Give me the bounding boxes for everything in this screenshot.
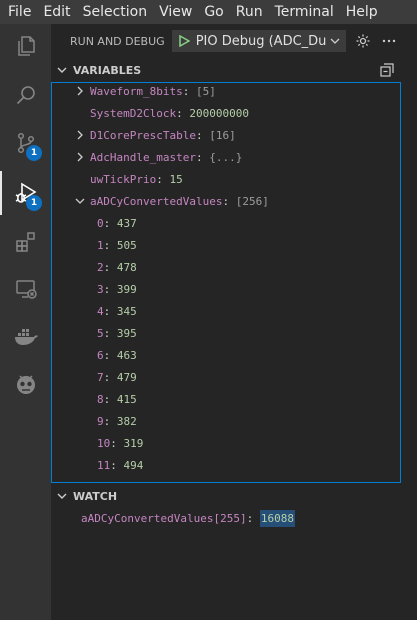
watch-section-header[interactable]: WATCH [51, 485, 417, 507]
array-item-row[interactable]: 7: 479 [52, 366, 400, 388]
array-item-row[interactable]: 4: 345 [52, 300, 400, 322]
run-debug-badge: 1 [26, 195, 42, 211]
menu-terminal[interactable]: Terminal [267, 0, 338, 24]
array-item-row[interactable]: 1: 505 [52, 234, 400, 256]
variables-section-header[interactable]: VARIABLES [51, 59, 417, 81]
watch-value: 16088 [259, 509, 295, 527]
watch-title: WATCH [73, 489, 118, 503]
menu-edit[interactable]: Edit [35, 0, 74, 24]
variable-row[interactable]: D1CorePrescTable: [16] [52, 124, 400, 146]
array-item-row[interactable]: 3: 399 [52, 278, 400, 300]
collapse-all-icon[interactable] [379, 62, 395, 82]
activity-run-debug[interactable]: 1 [0, 171, 51, 215]
variable-row[interactable]: aADCyConvertedValues: [256] [52, 190, 400, 212]
menu-go[interactable]: Go [196, 0, 227, 24]
variables-scrollbar[interactable] [401, 82, 417, 483]
gear-icon[interactable] [352, 30, 374, 52]
explorer-icon [17, 36, 35, 56]
array-item-row[interactable]: 11: 494 [52, 454, 400, 476]
menu-help[interactable]: Help [338, 0, 382, 24]
activity-platformio[interactable] [0, 362, 51, 406]
variables-tree[interactable]: Waveform_8bits: [5] SystemD2Clock: 20000… [51, 82, 401, 483]
chevron-down-icon [57, 493, 67, 499]
menu-run[interactable]: Run [228, 0, 267, 24]
watch-expression: aADCyConvertedValues[255] [81, 511, 247, 525]
play-icon[interactable] [175, 32, 193, 50]
menu-bar: File Edit Selection View Go Run Terminal… [0, 0, 417, 24]
source-control-badge: 1 [26, 145, 42, 161]
menu-view[interactable]: View [151, 0, 196, 24]
variable-row[interactable]: AdcHandle_master: {...} [52, 146, 400, 168]
chevron-down-icon [57, 67, 67, 73]
array-item-row[interactable]: 5: 395 [52, 322, 400, 344]
remote-explorer-icon [15, 280, 37, 299]
activity-source-control[interactable]: 1 [0, 121, 51, 165]
chevron-right-icon [74, 85, 86, 97]
menu-file[interactable]: File [0, 0, 35, 24]
chevron-right-icon [74, 151, 86, 163]
docker-icon [14, 329, 38, 345]
platformio-icon [16, 375, 35, 394]
activity-explorer[interactable] [0, 24, 51, 68]
debug-config-select[interactable]: PIO Debug (ADC_Dua [171, 30, 346, 52]
search-icon [16, 86, 35, 105]
variable-row[interactable]: SystemD2Clock: 200000000 [52, 102, 400, 124]
menu-selection[interactable]: Selection [75, 0, 152, 24]
array-item-row[interactable]: 6: 463 [52, 344, 400, 366]
activity-remote-explorer[interactable] [0, 267, 51, 311]
variable-row[interactable]: Waveform_8bits: [5] [52, 83, 400, 102]
array-item-row[interactable]: 9: 382 [52, 410, 400, 432]
array-item-row[interactable]: 0: 437 [52, 212, 400, 234]
debug-sidebar: RUN AND DEBUG PIO Debug (ADC_Dua VARIABL… [51, 24, 417, 620]
chevron-down-icon [74, 195, 86, 207]
array-item-row[interactable]: 10: 319 [52, 432, 400, 454]
array-item-row[interactable]: 8: 415 [52, 388, 400, 410]
chevron-right-icon [74, 129, 86, 141]
activity-docker[interactable] [0, 314, 51, 358]
array-item-row[interactable]: 2: 478 [52, 256, 400, 278]
run-debug-title: RUN AND DEBUG [70, 34, 165, 48]
debug-config-label: PIO Debug (ADC_Dua [195, 33, 326, 49]
chevron-down-icon [330, 38, 340, 44]
variable-row[interactable]: uwTickPrio: 15 [52, 168, 400, 190]
more-actions-icon[interactable] [378, 30, 400, 52]
activity-bar: 1 1 [0, 24, 51, 620]
activity-search[interactable] [0, 74, 51, 118]
extensions-icon [15, 232, 35, 252]
run-debug-header: RUN AND DEBUG PIO Debug (ADC_Dua [51, 24, 417, 58]
variables-title: VARIABLES [73, 63, 142, 77]
activity-extensions[interactable] [0, 220, 51, 264]
watch-expression-row[interactable]: aADCyConvertedValues[255]: 16088 [81, 507, 295, 529]
